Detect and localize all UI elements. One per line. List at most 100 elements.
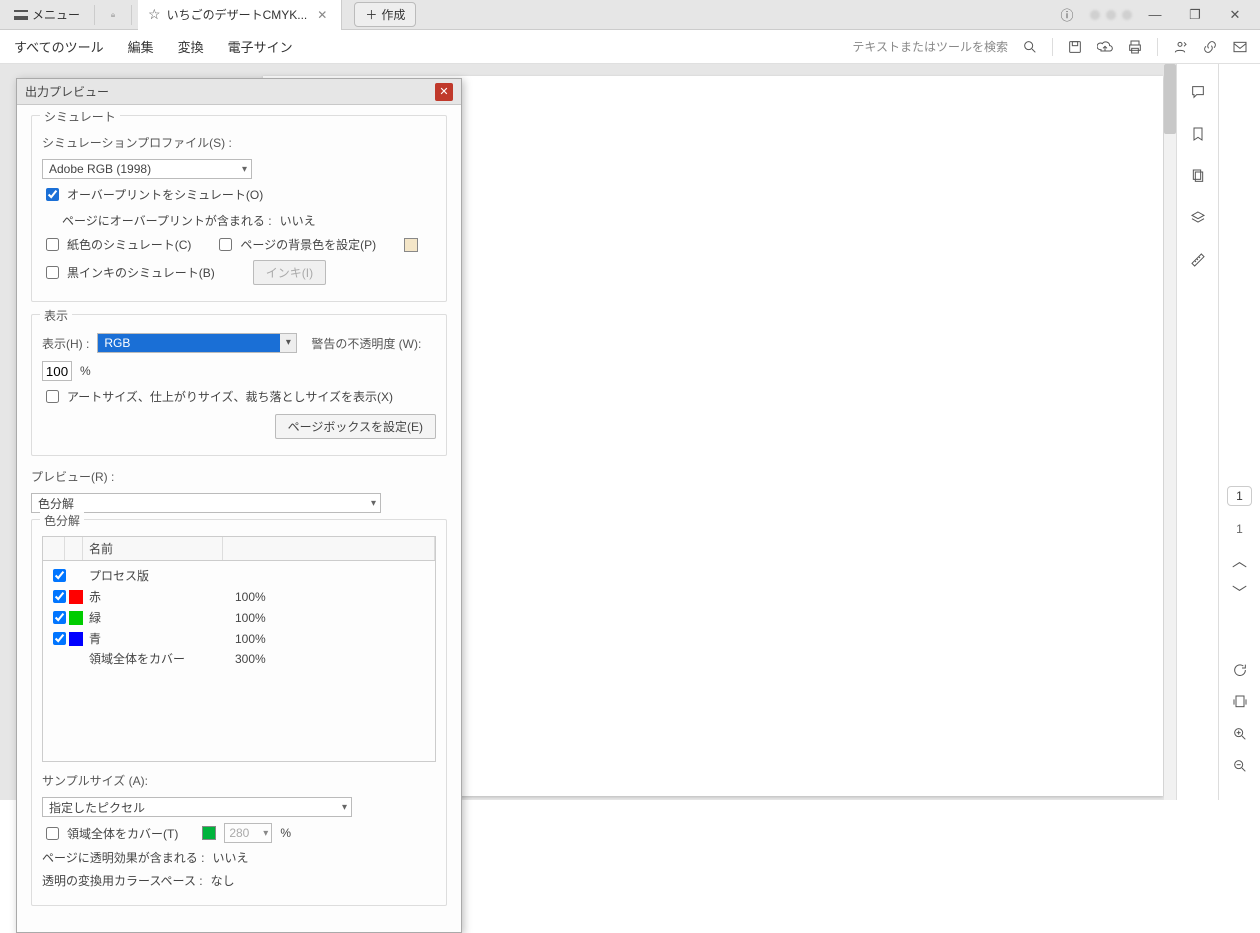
main-area: 1 1 ︿ ﹀ 出力プレビュー ✕ シミュレート シミュレーションプロファイル(… <box>0 64 1260 800</box>
blend-space-label: 透明の変換用カラースペース : <box>42 872 203 889</box>
artsize-checkbox[interactable]: アートサイズ、仕上がりサイズ、裁ち落としサイズを表示(X) <box>42 387 393 406</box>
simulate-legend: シミュレート <box>40 108 120 125</box>
separation-percent: 100% <box>235 590 295 604</box>
papercolor-checkbox[interactable]: 紙色のシミュレート(C) <box>42 235 191 254</box>
separation-swatch <box>69 590 83 604</box>
output-preview-dialog: 出力プレビュー ✕ シミュレート シミュレーションプロファイル(S) : Ado… <box>16 78 462 933</box>
bookmark-icon[interactable] <box>1188 124 1208 144</box>
separation-swatch <box>69 632 83 646</box>
close-button[interactable]: ✕ <box>1216 0 1254 30</box>
transparency-label: ページに透明効果が含まれる : <box>42 849 204 866</box>
right-panel-tools <box>1176 64 1218 800</box>
print-icon[interactable] <box>1127 39 1143 55</box>
coverage-color-swatch[interactable] <box>202 826 216 840</box>
separations-group: 色分解 名前 プロセス版赤100%緑100%青100%領域全体をカバー300% … <box>31 519 447 906</box>
help-icon: ⓘ <box>1060 5 1073 24</box>
pagebox-button[interactable]: ページボックスを設定(E) <box>275 414 436 439</box>
avatar[interactable] <box>1090 10 1100 20</box>
pagebg-checkbox[interactable]: ページの背景色を設定(P) <box>215 235 376 254</box>
separation-checkbox[interactable] <box>53 590 66 603</box>
preview-select[interactable]: 色分解 <box>31 493 381 513</box>
cloud-upload-icon[interactable] <box>1097 39 1113 55</box>
pagebg-color-swatch[interactable] <box>404 238 418 252</box>
share-icon[interactable] <box>1172 39 1188 55</box>
warn-label: 警告の不透明度 (W): <box>311 335 421 352</box>
search-icon[interactable] <box>1022 39 1038 55</box>
show-select[interactable]: RGB <box>97 333 297 353</box>
pages-icon[interactable] <box>1188 166 1208 186</box>
layers-icon[interactable] <box>1188 208 1208 228</box>
minimize-button[interactable]: — <box>1136 0 1174 30</box>
separation-percent: 100% <box>235 611 295 625</box>
link-icon[interactable] <box>1202 39 1218 55</box>
separation-row: 青100% <box>49 628 429 649</box>
measure-icon[interactable] <box>1188 250 1208 270</box>
esign-button[interactable]: 電子サイン <box>226 33 295 60</box>
tab-close-button[interactable]: ✕ <box>313 8 331 22</box>
total-coverage-checkbox[interactable]: 領域全体をカバー(T) <box>42 824 178 843</box>
overprint-contains-label: ページにオーバープリントが含まれる : <box>62 212 272 229</box>
search-placeholder: テキストまたはツールを検索 <box>852 38 1008 55</box>
document-tab[interactable]: ☆ いちごのデザートCMYK... ✕ <box>138 0 342 30</box>
overprint-checkbox[interactable]: オーバープリントをシミュレート(O) <box>42 185 263 204</box>
separation-checkbox[interactable] <box>53 569 66 582</box>
save-icon[interactable] <box>1067 39 1083 55</box>
simulate-group: シミュレート シミュレーションプロファイル(S) : Adobe RGB (19… <box>31 115 447 302</box>
page-total: 1 <box>1236 522 1243 536</box>
separation-checkbox[interactable] <box>53 611 66 624</box>
dialog-titlebar[interactable]: 出力プレビュー ✕ <box>17 79 461 105</box>
blackink-checkbox[interactable]: 黒インキのシミュレート(B) <box>42 263 215 282</box>
help-button[interactable]: ⓘ <box>1048 0 1086 30</box>
dialog-close-button[interactable]: ✕ <box>435 83 453 101</box>
page-number-input[interactable]: 1 <box>1227 486 1252 506</box>
mail-icon[interactable] <box>1232 39 1248 55</box>
avatar[interactable] <box>1106 10 1116 20</box>
separations-legend: 色分解 <box>40 512 84 529</box>
edit-button[interactable]: 編集 <box>126 33 156 60</box>
page-down-icon[interactable]: ﹀ <box>1232 584 1248 600</box>
home-button[interactable] <box>101 7 125 23</box>
rotate-icon[interactable] <box>1232 662 1248 678</box>
dialog-title: 出力プレビュー <box>25 83 109 100</box>
comment-icon[interactable] <box>1188 82 1208 102</box>
separation-percent: 300% <box>235 652 295 666</box>
separation-name: プロセス版 <box>89 567 229 584</box>
coverage-value-input: 280 <box>224 823 272 843</box>
all-tools-button[interactable]: すべてのツール <box>12 33 106 60</box>
separation-checkbox[interactable] <box>53 632 66 645</box>
percent-label: % <box>80 364 91 378</box>
maximize-button[interactable]: ❐ <box>1176 0 1214 30</box>
separation-row: 赤 100% <box>49 586 429 607</box>
page-up-icon[interactable]: ︿ <box>1232 552 1248 568</box>
blend-space-value: なし <box>211 872 235 889</box>
menu-button[interactable]: メニュー <box>6 2 88 27</box>
zoom-out-icon[interactable] <box>1232 758 1248 774</box>
separation-swatch <box>69 611 83 625</box>
simulation-profile-select[interactable]: Adobe RGB (1998) <box>42 159 252 179</box>
overprint-contains-value: いいえ <box>280 212 316 229</box>
show-label: 表示(H) : <box>42 335 89 352</box>
separation-swatch <box>69 652 83 666</box>
separation-name: 赤 <box>89 588 229 605</box>
display-legend: 表示 <box>40 307 72 324</box>
create-label: 作成 <box>381 6 405 23</box>
ink-button: インキ(I) <box>253 260 326 285</box>
avatar[interactable] <box>1122 10 1132 20</box>
vertical-scrollbar[interactable] <box>1164 64 1176 800</box>
menu-label: メニュー <box>32 6 80 23</box>
zoom-in-icon[interactable] <box>1232 726 1248 742</box>
fit-page-icon[interactable] <box>1232 694 1248 710</box>
hamburger-icon <box>14 10 28 20</box>
separation-row: 緑100% <box>49 607 429 628</box>
sample-size-select[interactable]: 指定したピクセル <box>42 797 352 817</box>
transparency-value: いいえ <box>212 849 248 866</box>
home-icon <box>111 7 115 23</box>
sample-size-label: サンプルサイズ (A): <box>42 772 148 789</box>
create-button[interactable]: ＋ 作成 <box>354 2 416 27</box>
preview-label: プレビュー(R) : <box>31 468 114 485</box>
warn-opacity-input[interactable] <box>42 361 72 381</box>
profile-label: シミュレーションプロファイル(S) : <box>42 134 232 151</box>
separation-row: プロセス版 <box>49 565 429 586</box>
convert-button[interactable]: 変換 <box>176 33 206 60</box>
separation-name: 青 <box>89 630 229 647</box>
